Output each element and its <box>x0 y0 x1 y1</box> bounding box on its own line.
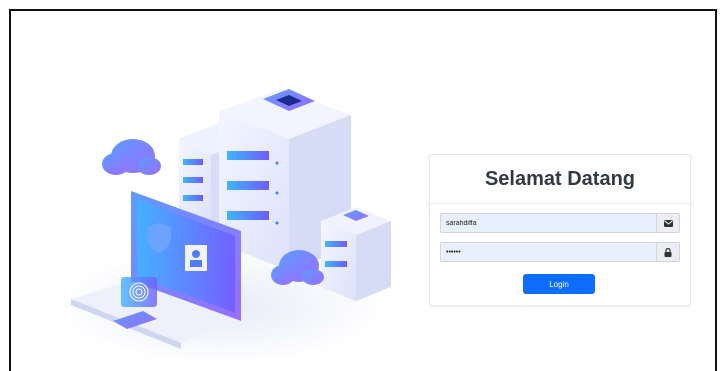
password-input[interactable] <box>441 243 656 261</box>
user-profile-icon <box>185 245 207 271</box>
envelope-icon <box>656 214 679 232</box>
username-input[interactable] <box>441 214 656 232</box>
server-security-illustration <box>56 89 391 366</box>
lock-icon <box>656 243 679 261</box>
server-rack-right <box>321 207 391 301</box>
password-field <box>440 242 680 262</box>
cloud-icon-left <box>102 139 161 175</box>
login-title: Selamat Datang <box>484 167 636 190</box>
login-card-header: Selamat Datang <box>430 155 690 204</box>
fingerprint-icon <box>121 277 157 307</box>
app-window: Selamat Datang Login <box>9 9 717 371</box>
login-card: Selamat Datang Login <box>429 154 691 306</box>
username-field <box>440 213 680 233</box>
login-button[interactable]: Login <box>523 274 595 294</box>
